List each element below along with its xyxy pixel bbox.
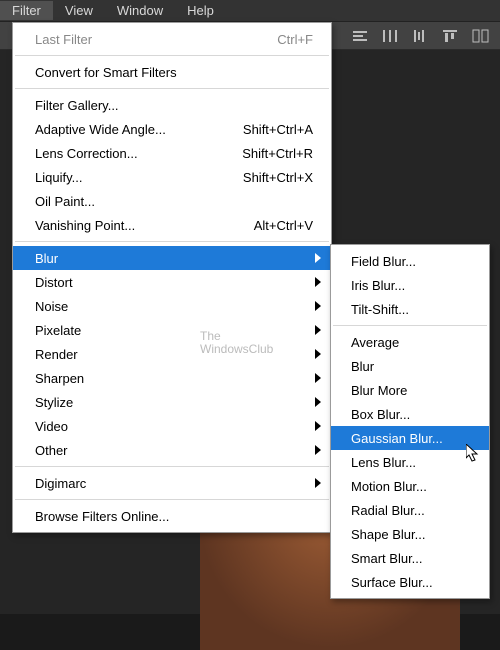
menu-item-label: Render xyxy=(35,347,313,362)
menu-item-label: Blur xyxy=(35,251,313,266)
submenu-item-label: Shape Blur... xyxy=(351,527,425,542)
submenu-item[interactable]: Box Blur... xyxy=(331,402,489,426)
menu-item[interactable]: Blur xyxy=(13,246,331,270)
menu-item[interactable]: Browse Filters Online... xyxy=(13,504,331,528)
menu-item-label: Digimarc xyxy=(35,476,313,491)
submenu-arrow-icon xyxy=(315,325,321,335)
menubar-item-view[interactable]: View xyxy=(53,1,105,20)
menu-item[interactable]: Convert for Smart Filters xyxy=(13,60,331,84)
menu-separator xyxy=(15,499,329,500)
menu-item[interactable]: Liquify...Shift+Ctrl+X xyxy=(13,165,331,189)
submenu-arrow-icon xyxy=(315,349,321,359)
menu-item[interactable]: Digimarc xyxy=(13,471,331,495)
menu-item[interactable]: Last FilterCtrl+F xyxy=(13,27,331,51)
menubar-item-filter[interactable]: Filter xyxy=(0,1,53,20)
submenu-item[interactable]: Radial Blur... xyxy=(331,498,489,522)
menu-item-label: Adaptive Wide Angle... xyxy=(35,122,243,137)
menu-item[interactable]: Oil Paint... xyxy=(13,189,331,213)
submenu-item-label: Blur xyxy=(351,359,374,374)
submenu-arrow-icon xyxy=(315,421,321,431)
submenu-arrow-icon xyxy=(315,397,321,407)
submenu-item[interactable]: Average xyxy=(331,330,489,354)
submenu-item-label: Field Blur... xyxy=(351,254,416,269)
submenu-item[interactable]: Smart Blur... xyxy=(331,546,489,570)
menu-item-label: Browse Filters Online... xyxy=(35,509,313,524)
menu-item[interactable]: Pixelate xyxy=(13,318,331,342)
menu-item-shortcut: Shift+Ctrl+X xyxy=(243,170,313,185)
submenu-item-label: Lens Blur... xyxy=(351,455,416,470)
submenu-item[interactable]: Tilt-Shift... xyxy=(331,297,489,321)
menu-item-label: Stylize xyxy=(35,395,313,410)
menu-item-label: Noise xyxy=(35,299,313,314)
submenu-arrow-icon xyxy=(315,373,321,383)
submenu-item-label: Box Blur... xyxy=(351,407,410,422)
menu-item-label: Oil Paint... xyxy=(35,194,313,209)
submenu-item-label: Motion Blur... xyxy=(351,479,427,494)
menu-item-shortcut: Ctrl+F xyxy=(277,32,313,47)
submenu-arrow-icon xyxy=(315,301,321,311)
submenu-item-label: Radial Blur... xyxy=(351,503,425,518)
menu-item[interactable]: Stylize xyxy=(13,390,331,414)
submenu-arrow-icon xyxy=(315,478,321,488)
menu-item[interactable]: Other xyxy=(13,438,331,462)
submenu-item[interactable]: Gaussian Blur... xyxy=(331,426,489,450)
distribute-h-icon[interactable] xyxy=(382,29,398,43)
menu-item[interactable]: Sharpen xyxy=(13,366,331,390)
menu-item-shortcut: Shift+Ctrl+R xyxy=(242,146,313,161)
panels-icon[interactable] xyxy=(472,29,490,43)
blur-submenu: Field Blur... Iris Blur... Tilt-Shift... Av… xyxy=(330,244,490,599)
menu-item[interactable]: Lens Correction...Shift+Ctrl+R xyxy=(13,141,331,165)
menu-item-shortcut: Alt+Ctrl+V xyxy=(254,218,313,233)
menu-separator xyxy=(15,466,329,467)
filter-menu: Last FilterCtrl+F Convert for Smart Filte… xyxy=(12,22,332,533)
menu-separator xyxy=(15,55,329,56)
menu-item[interactable]: Vanishing Point...Alt+Ctrl+V xyxy=(13,213,331,237)
menubar-item-window[interactable]: Window xyxy=(105,1,175,20)
menu-item[interactable]: Noise xyxy=(13,294,331,318)
menu-item[interactable]: Adaptive Wide Angle...Shift+Ctrl+A xyxy=(13,117,331,141)
menu-item-shortcut: Shift+Ctrl+A xyxy=(243,122,313,137)
menu-item-label: Convert for Smart Filters xyxy=(35,65,313,80)
submenu-item[interactable]: Blur More xyxy=(331,378,489,402)
menu-item-label: Vanishing Point... xyxy=(35,218,254,233)
submenu-item[interactable]: Motion Blur... xyxy=(331,474,489,498)
submenu-item[interactable]: Blur xyxy=(331,354,489,378)
submenu-arrow-icon xyxy=(315,445,321,455)
submenu-item-label: Gaussian Blur... xyxy=(351,431,443,446)
menu-item[interactable]: Filter Gallery... xyxy=(13,93,331,117)
submenu-item-label: Tilt-Shift... xyxy=(351,302,409,317)
align-top-icon[interactable] xyxy=(442,29,458,43)
menu-item-label: Distort xyxy=(35,275,313,290)
menu-item-label: Lens Correction... xyxy=(35,146,242,161)
menu-item-label: Filter Gallery... xyxy=(35,98,313,113)
submenu-item-label: Iris Blur... xyxy=(351,278,405,293)
menu-item-label: Liquify... xyxy=(35,170,243,185)
submenu-item[interactable]: Lens Blur... xyxy=(331,450,489,474)
menu-item[interactable]: Video xyxy=(13,414,331,438)
submenu-item[interactable]: Field Blur... xyxy=(331,249,489,273)
submenu-arrow-icon xyxy=(315,277,321,287)
submenu-item[interactable]: Iris Blur... xyxy=(331,273,489,297)
submenu-item[interactable]: Shape Blur... xyxy=(331,522,489,546)
menu-item-label: Pixelate xyxy=(35,323,313,338)
menu-item-label: Video xyxy=(35,419,313,434)
menu-item-label: Sharpen xyxy=(35,371,313,386)
menubar: Filter View Window Help xyxy=(0,0,500,22)
submenu-arrow-icon xyxy=(315,253,321,263)
menubar-item-help[interactable]: Help xyxy=(175,1,226,20)
submenu-item-label: Smart Blur... xyxy=(351,551,423,566)
submenu-item-label: Blur More xyxy=(351,383,407,398)
distribute-v-icon[interactable] xyxy=(412,29,428,43)
align-icon[interactable] xyxy=(352,29,368,43)
menu-separator xyxy=(333,325,487,326)
submenu-item-label: Surface Blur... xyxy=(351,575,433,590)
menu-separator xyxy=(15,88,329,89)
menu-item-label: Other xyxy=(35,443,313,458)
menu-item-label: Last Filter xyxy=(35,32,277,47)
menu-separator xyxy=(15,241,329,242)
submenu-item[interactable]: Surface Blur... xyxy=(331,570,489,594)
menu-item[interactable]: Render xyxy=(13,342,331,366)
menu-item[interactable]: Distort xyxy=(13,270,331,294)
submenu-item-label: Average xyxy=(351,335,399,350)
